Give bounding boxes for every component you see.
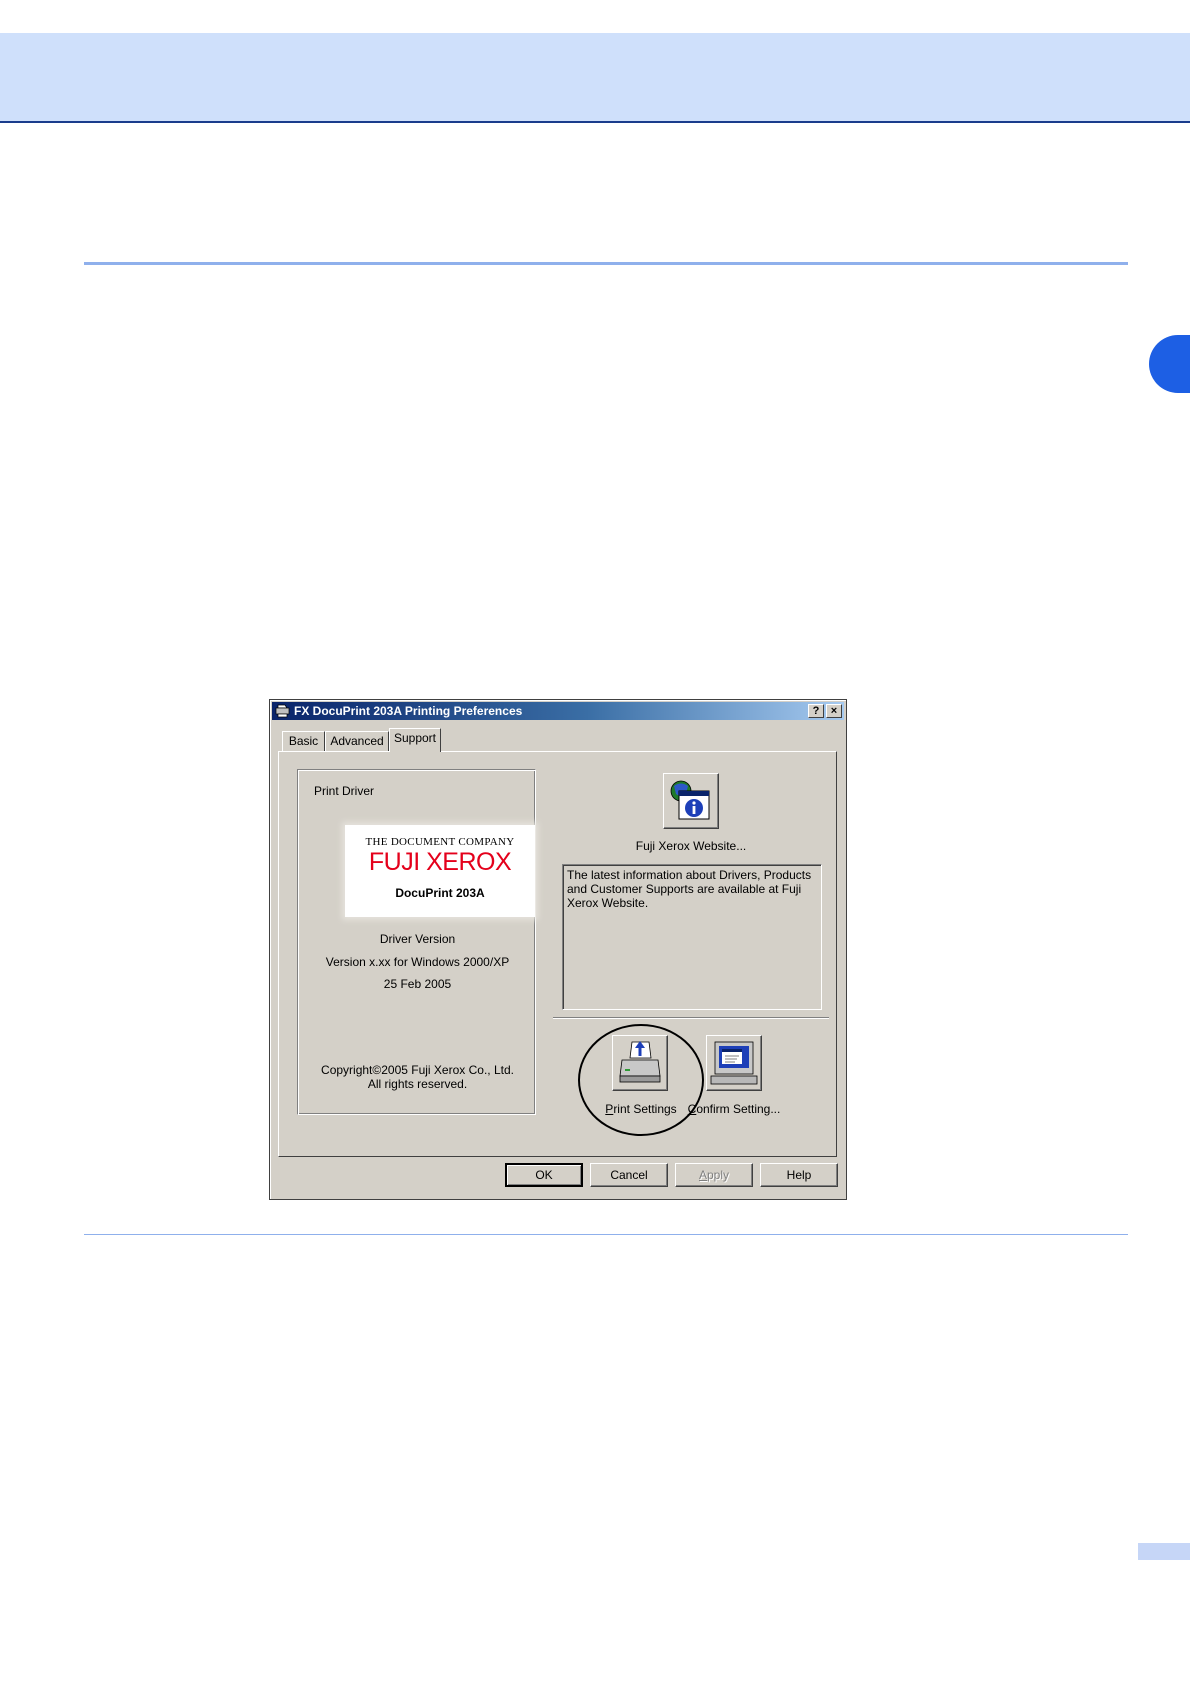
- cancel-button[interactable]: Cancel: [590, 1163, 668, 1187]
- info-globe-icon: [670, 780, 710, 820]
- website-info-text: The latest information about Drivers, Pr…: [562, 864, 822, 1010]
- title-bar[interactable]: FX DocuPrint 203A Printing Preferences ?…: [272, 702, 844, 720]
- rights-text: All rights reserved.: [367, 1077, 468, 1091]
- top-rule: [84, 262, 1128, 265]
- fuji-xerox-website-button[interactable]: [663, 773, 719, 829]
- close-button[interactable]: ×: [826, 704, 842, 718]
- print-driver-label: Print Driver: [314, 784, 375, 798]
- driver-date: 25 Feb 2005: [383, 977, 452, 991]
- confirm-setting-button[interactable]: [706, 1035, 762, 1091]
- dialog-title: FX DocuPrint 203A Printing Preferences: [294, 704, 523, 718]
- logo-brand: FUJI XEROX: [368, 848, 512, 876]
- printer-icon: [275, 704, 290, 718]
- tab-advanced[interactable]: Advanced: [325, 731, 389, 751]
- tab-support[interactable]: Support: [389, 728, 441, 752]
- support-tab-panel: Print Driver THE DOCUMENT COMPANY FUJI X…: [278, 751, 837, 1157]
- printer-icon: [619, 1041, 661, 1083]
- driver-version-label: Driver Version: [379, 932, 456, 946]
- page-header-band: [0, 33, 1190, 123]
- page-number-tab: [1138, 1543, 1190, 1560]
- print-driver-group: Print Driver THE DOCUMENT COMPANY FUJI X…: [297, 769, 536, 1115]
- fuji-xerox-logo: THE DOCUMENT COMPANY FUJI XEROX DocuPrin…: [345, 825, 535, 917]
- separator: [553, 1017, 829, 1019]
- computer-monitor-icon: [710, 1041, 758, 1085]
- logo-tagline: THE DOCUMENT COMPANY: [365, 836, 515, 848]
- bottom-rule: [84, 1234, 1128, 1235]
- print-settings-button[interactable]: [612, 1035, 668, 1091]
- help-button[interactable]: Help: [760, 1163, 838, 1187]
- tab-basic[interactable]: Basic: [282, 731, 325, 751]
- confirm-setting-label: Confirm Setting...: [687, 1102, 781, 1116]
- version-text: Version x.xx for Windows 2000/XP: [325, 955, 510, 969]
- printing-preferences-dialog: FX DocuPrint 203A Printing Preferences ?…: [269, 699, 847, 1200]
- help-title-button[interactable]: ?: [808, 704, 824, 718]
- ok-button[interactable]: OK: [505, 1163, 583, 1187]
- chapter-tab: [1149, 335, 1190, 393]
- copyright-text: Copyright©2005 Fuji Xerox Co., Ltd.: [321, 1063, 514, 1077]
- logo-model: DocuPrint 203A: [395, 886, 485, 900]
- website-label: Fuji Xerox Website...: [635, 839, 747, 853]
- apply-button[interactable]: Apply: [675, 1163, 753, 1187]
